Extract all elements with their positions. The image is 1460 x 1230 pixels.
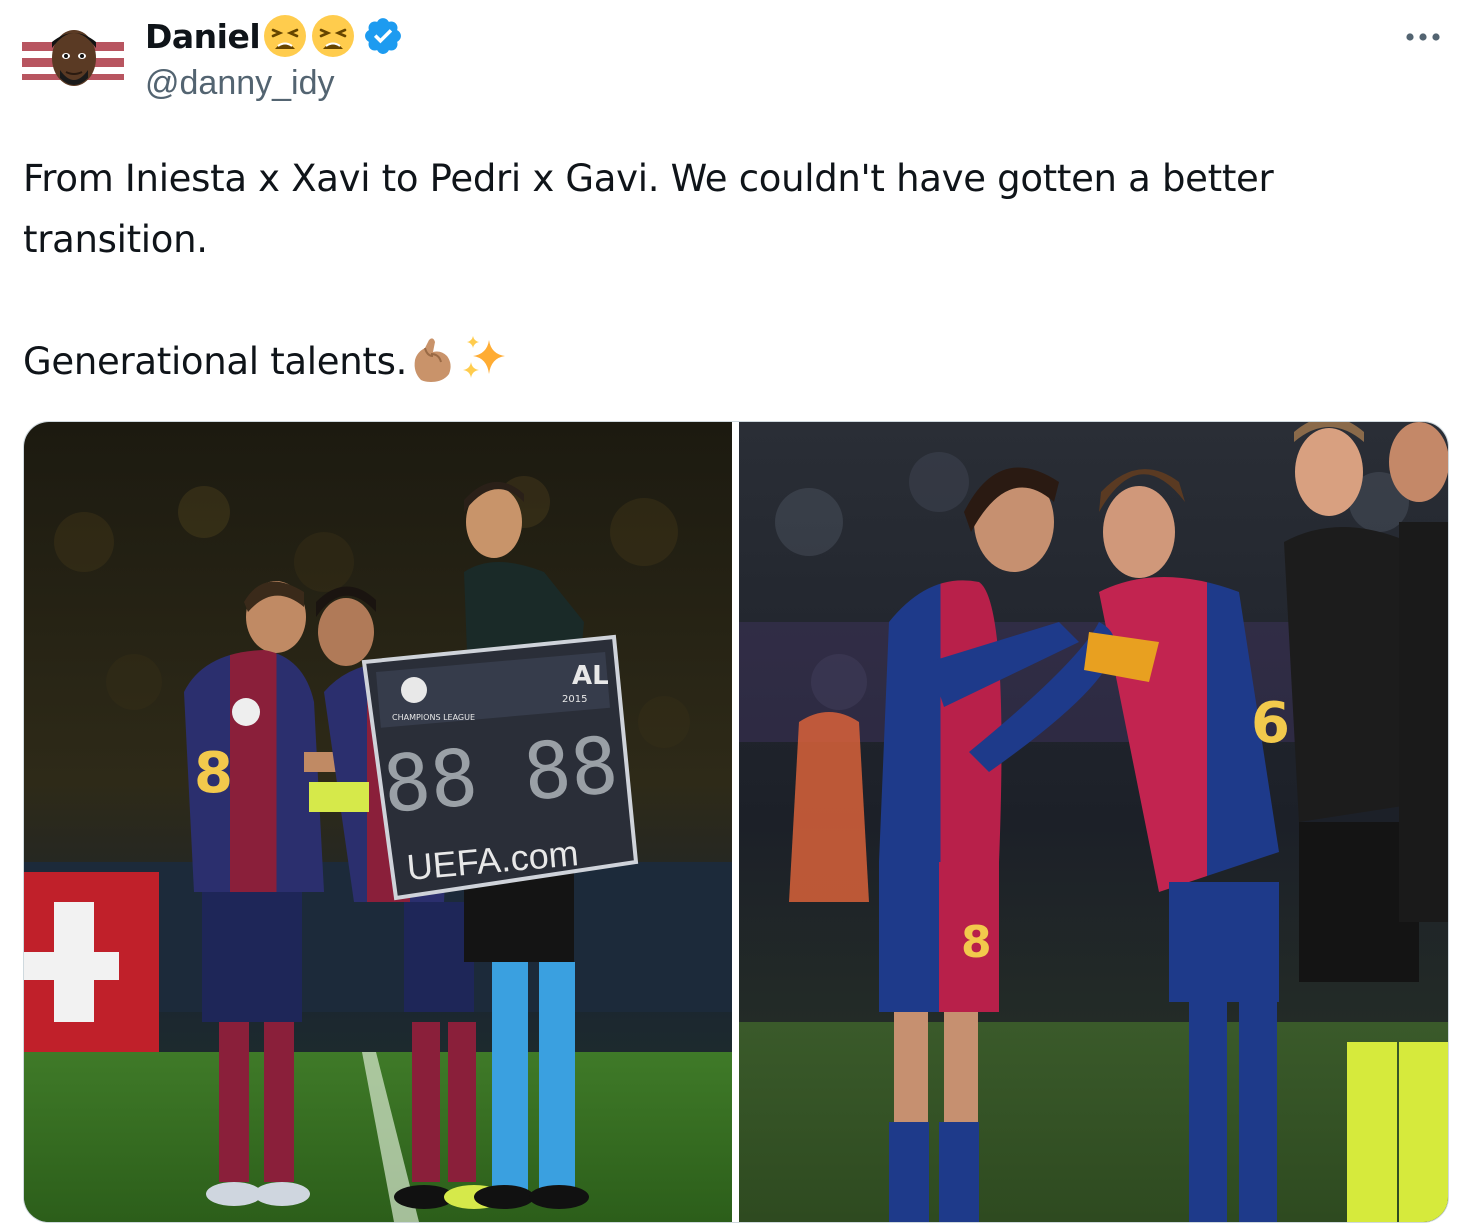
photo-pedri-gavi[interactable]: 8 6 [739, 422, 1448, 1222]
left-shirt-number: 8 [194, 741, 233, 806]
back-shirt-number: 6 [1251, 691, 1290, 756]
name-row: Daniel [145, 12, 404, 60]
tweet-line-2: Generational talents. [23, 340, 408, 383]
media-grid: 8 CHAMPIONS LEAGUE AL 2015 88 88 UEFA.co… [23, 421, 1449, 1223]
more-icon [1406, 33, 1440, 41]
user-handle[interactable]: @danny_idy [145, 64, 335, 103]
verified-badge-icon[interactable] [362, 15, 404, 57]
tweet-line-1: From Iniesta x Xavi to Pedri x Gavi. We … [23, 157, 1274, 261]
tired-face-emoji [262, 13, 308, 59]
sparkles-emoji [459, 332, 511, 384]
avatar[interactable] [22, 20, 124, 92]
svg-text:2015: 2015 [562, 694, 587, 705]
photo-iniesta-xavi[interactable]: 8 CHAMPIONS LEAGUE AL 2015 88 88 UEFA.co… [24, 422, 732, 1222]
ucl-logo-icon [401, 677, 427, 703]
right-shirt-number: 8 [961, 917, 992, 968]
more-options-button[interactable] [1400, 20, 1446, 54]
svg-text:CHAMPIONS LEAGUE: CHAMPIONS LEAGUE [392, 713, 475, 722]
tweet-line-2-wrap: Generational talents. [23, 331, 1423, 392]
tweet-text: From Iniesta x Xavi to Pedri x Gavi. We … [23, 148, 1423, 392]
pinching-hand-emoji [407, 332, 459, 384]
svg-text:AL: AL [572, 661, 609, 691]
tired-face-emoji [310, 13, 356, 59]
display-name[interactable]: Daniel [145, 17, 261, 56]
tweet-card: Daniel @danny_idy From Iniesta x Xavi to… [0, 0, 1460, 1230]
